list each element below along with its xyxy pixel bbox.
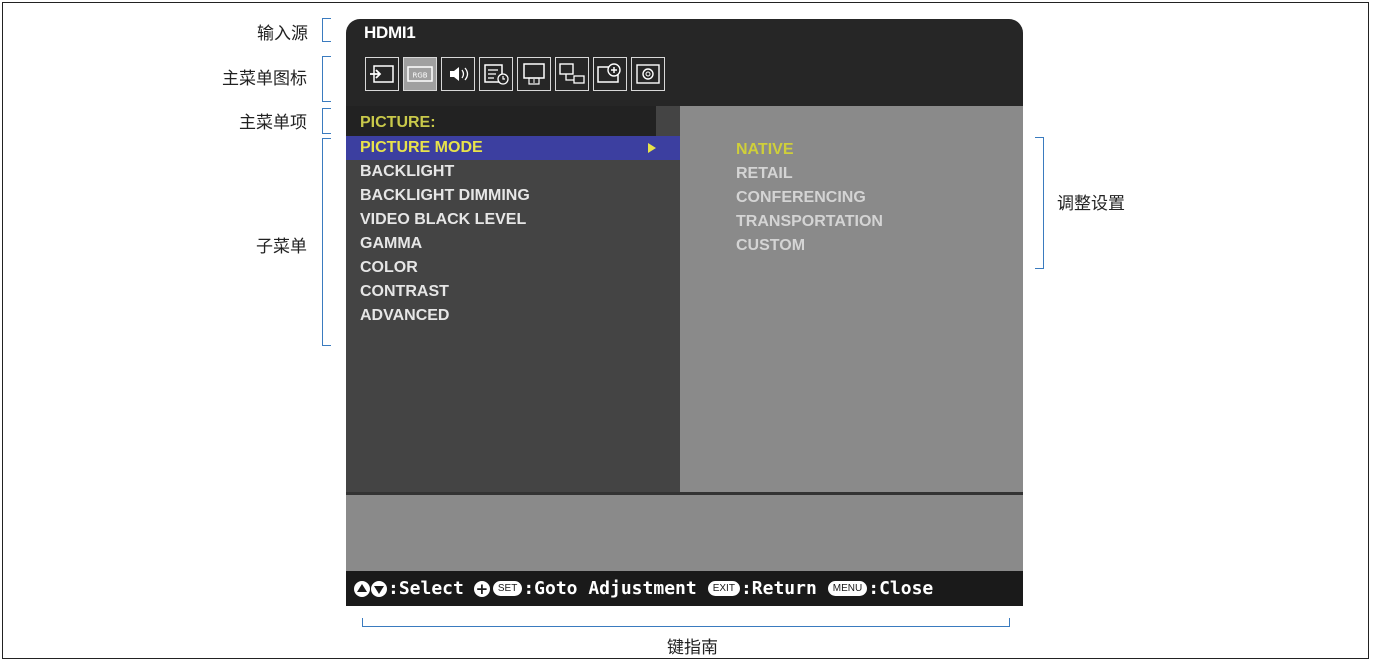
callout-main-menu-icons: 主菜单图标 [222,69,307,89]
key-guide-goto: :Goto Adjustment [523,578,697,599]
submenu-item-label: PICTURE MODE [360,139,483,156]
main-menu-icon-bar: RGB [365,57,665,91]
bracket-submenu [322,138,331,346]
submenu-item-picture-mode[interactable]: PICTURE MODE [346,136,680,160]
key-guide-bar: :Select + SET :Goto Adjustment EXIT :Ret… [346,571,1023,606]
submenu-arrow-icon [648,143,656,153]
option-custom[interactable]: CUSTOM [736,234,805,258]
submenu-item-color[interactable]: COLOR [346,256,680,280]
display-icon[interactable] [517,57,551,91]
callout-submenu: 子菜单 [256,237,307,257]
bracket-adjustment [1035,137,1044,269]
submenu-panel-top [656,106,680,136]
key-guide-close: :Close [868,578,934,599]
menu-key-icon: MENU [827,581,868,596]
bracket-main-menu-icons [322,56,331,102]
input-icon[interactable] [365,57,399,91]
callout-input-source: 输入源 [257,24,308,44]
key-guide-select: :Select [388,578,464,599]
callout-adjustment-settings: 调整设置 [1057,194,1125,214]
submenu-item-backlight-dimming[interactable]: BACKLIGHT DIMMING [346,184,680,208]
schedule-icon[interactable] [479,57,513,91]
up-arrow-icon [354,580,370,597]
exit-key-icon: EXIT [707,581,740,596]
adjustment-panel [680,106,1023,492]
submenu-item-backlight[interactable]: BACKLIGHT [346,160,680,184]
system-icon[interactable] [631,57,665,91]
bracket-input-source [322,18,331,42]
key-guide-return: :Return [740,578,817,599]
submenu-item-gamma[interactable]: GAMMA [346,232,680,256]
option-transportation[interactable]: TRANSPORTATION [736,210,883,234]
callout-key-guide: 键指南 [667,638,718,658]
bracket-key-guide [362,618,1010,627]
rgb-picture-icon[interactable]: RGB [403,57,437,91]
option-conferencing[interactable]: CONFERENCING [736,186,866,210]
main-menu-item-label: PICTURE: [346,106,656,136]
input-source-label: HDMI1 [364,23,416,42]
bracket-main-menu-item [322,108,331,134]
protect-icon[interactable] [593,57,627,91]
audio-icon[interactable] [441,57,475,91]
option-native[interactable]: NATIVE [736,138,793,162]
osd-window: HDMI1 RGB PICTURE: PICTURE MODE BACKLIGH… [346,19,1023,606]
callout-main-menu-item: 主菜单项 [239,113,307,133]
down-arrow-icon [371,580,387,597]
submenu-item-contrast[interactable]: CONTRAST [346,280,680,304]
svg-text:RGB: RGB [412,72,427,80]
option-retail[interactable]: RETAIL [736,162,793,186]
submenu-item-video-black-level[interactable]: VIDEO BLACK LEVEL [346,208,680,232]
plus-icon: + [473,579,490,598]
help-area [346,495,1023,571]
set-key-icon: SET [492,581,523,596]
multi-input-icon[interactable] [555,57,589,91]
submenu-item-advanced[interactable]: ADVANCED [346,304,680,328]
